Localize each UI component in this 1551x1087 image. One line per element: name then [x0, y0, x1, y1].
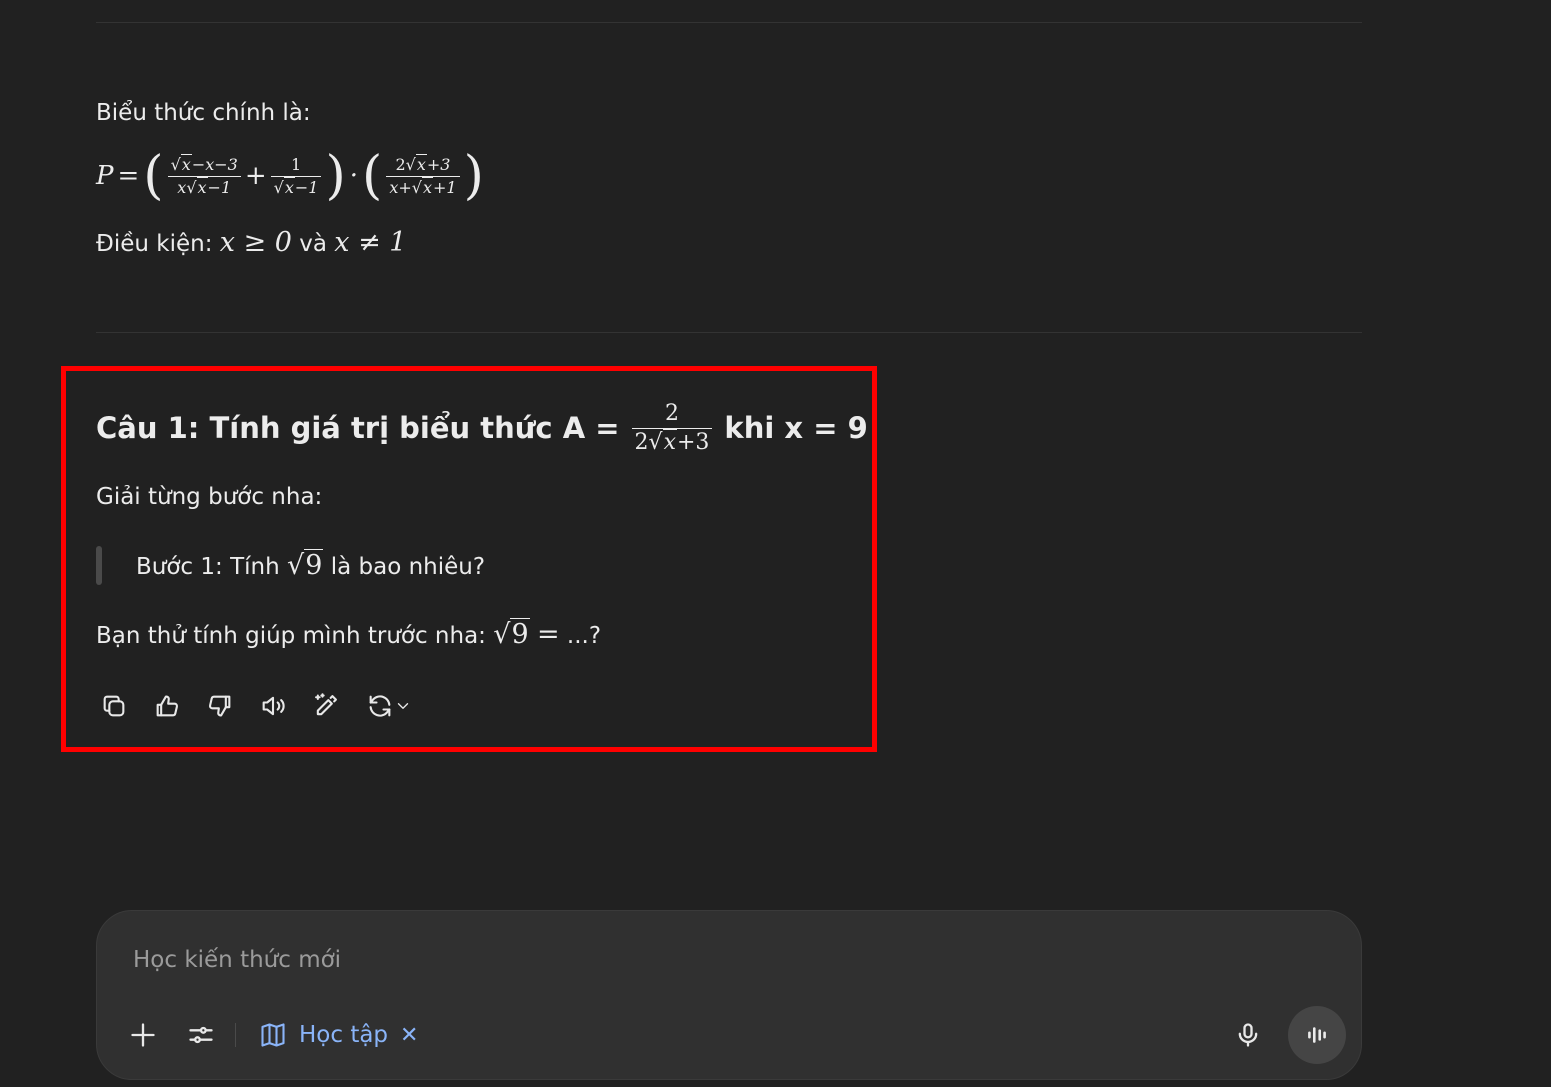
- message-actions: [96, 688, 417, 724]
- heading-frac-den-var: x: [662, 428, 677, 455]
- voice-mode-button[interactable]: [1288, 1006, 1346, 1064]
- step-quote-radicand: 9: [304, 549, 324, 581]
- frac1-num-rest: −x−3: [191, 154, 238, 174]
- edit-icon: [315, 693, 337, 716]
- paren-close-1: ): [325, 146, 346, 206]
- formula-dot: ·: [349, 161, 359, 191]
- formula-lhs: P: [96, 161, 114, 191]
- study-tool-chip[interactable]: Học tập ✕: [259, 1016, 418, 1054]
- book-icon: [261, 1023, 285, 1047]
- frac3-num-rest: +3: [426, 154, 451, 174]
- thumbs-up-button[interactable]: [149, 688, 185, 724]
- condition-2: x ≠ 1: [334, 227, 407, 258]
- prompt-radicand: 9: [510, 618, 530, 650]
- prompt-line: Bạn thử tính giúp mình trước nha: √9 = .…: [96, 618, 602, 651]
- frac2-den-radicand: x: [283, 176, 295, 197]
- top-divider: [96, 22, 1362, 23]
- composer: Học tập ✕: [96, 910, 1362, 1080]
- heading-suffix: khi x = 9: [724, 411, 868, 445]
- prompt-prefix: Bạn thử tính giúp mình trước nha:: [96, 623, 486, 649]
- thumbs-up-icon: [156, 695, 178, 717]
- voice-mode-icon: [1308, 1027, 1326, 1043]
- condition-join: và: [299, 231, 327, 257]
- condition-1: x ≥ 0: [219, 227, 292, 258]
- composer-separator: [235, 1023, 236, 1047]
- heading-frac-den-rest: +3: [676, 429, 710, 455]
- formula-frac-2: 1 √x−1: [270, 155, 322, 198]
- step-quote-prefix: Bước 1: Tính: [136, 554, 280, 580]
- frac2-den-rest: −1: [294, 177, 319, 197]
- copy-icon: [103, 695, 125, 717]
- copy-button[interactable]: [96, 688, 132, 724]
- edit-button[interactable]: [308, 688, 344, 724]
- heading-frac-num: 2: [631, 401, 713, 429]
- prompt-eq: =: [536, 619, 560, 650]
- condition-label: Điều kiện:: [96, 231, 213, 257]
- thumbs-down-icon: [209, 695, 231, 717]
- study-tool-label: Học tập: [299, 1022, 389, 1048]
- tools-button[interactable]: [183, 1017, 219, 1053]
- frac1-den-rest: −1: [207, 177, 232, 197]
- step-intro: Giải từng bước nha:: [96, 484, 323, 510]
- step-quote-sqrt: √9: [286, 549, 324, 581]
- heading-frac-den-two: 2: [634, 429, 649, 455]
- context-intro: Biểu thức chính là:: [96, 100, 311, 126]
- frac1-den-radicand: x: [196, 176, 208, 197]
- frac3-num-radicand: x: [415, 153, 427, 174]
- message-heading: Câu 1: Tính giá trị biểu thức A = 2 2√x+…: [96, 398, 868, 458]
- plus-icon: [131, 1023, 155, 1047]
- mic-button[interactable]: [1230, 1017, 1266, 1053]
- frac3-den-x: x+: [389, 177, 412, 197]
- add-button[interactable]: [125, 1017, 161, 1053]
- chat-page: Biểu thức chính là: P = ( √x−x−3 x√x−1 +…: [0, 0, 1551, 1087]
- blockquote-bar: [96, 546, 102, 585]
- frac2-num: 1: [270, 155, 322, 177]
- close-icon[interactable]: ✕: [400, 1023, 418, 1048]
- formula-frac-1: √x−x−3 x√x−1: [167, 153, 241, 198]
- prompt-suffix: ...?: [566, 623, 602, 649]
- thumbs-down-button[interactable]: [202, 688, 238, 724]
- frac3-num-two: 2: [395, 154, 406, 174]
- regenerate-button[interactable]: [361, 688, 417, 724]
- mic-icon: [1238, 1023, 1258, 1047]
- frac1-num-x: x: [180, 153, 192, 174]
- frac3-den-radicand: x: [421, 176, 433, 197]
- message-input[interactable]: [131, 939, 1235, 981]
- read-aloud-button[interactable]: [255, 688, 291, 724]
- section-divider: [96, 332, 1362, 333]
- main-formula: P = ( √x−x−3 x√x−1 + 1 √x−1 ) · ( 2√x+3 …: [96, 144, 488, 208]
- frac3-den-rest: +1: [433, 177, 457, 197]
- step-quote-suffix: là bao nhiêu?: [330, 554, 486, 580]
- tools-icon: [189, 1026, 213, 1044]
- read-aloud-icon: [262, 696, 285, 716]
- condition-line: Điều kiện: x ≥ 0 và x ≠ 1: [96, 228, 407, 259]
- heading-prefix: Câu 1: Tính giá trị biểu thức A =: [96, 411, 620, 445]
- frac1-den-x: x: [177, 177, 187, 197]
- formula-plus: +: [244, 161, 267, 191]
- formula-frac-3: 2√x+3 x+√x+1: [386, 153, 460, 198]
- regenerate-icon: [369, 695, 391, 717]
- chevron-down-icon: [397, 703, 409, 709]
- paren-close-2: ): [463, 146, 484, 206]
- heading-fraction: 2 2√x+3: [631, 401, 713, 456]
- paren-open-2: (: [362, 146, 383, 206]
- paren-open-1: (: [143, 146, 164, 206]
- prompt-sqrt: √9: [493, 618, 530, 650]
- step-quote: Bước 1: Tính √9 là bao nhiêu?: [136, 549, 486, 582]
- formula-eq: =: [117, 161, 140, 191]
